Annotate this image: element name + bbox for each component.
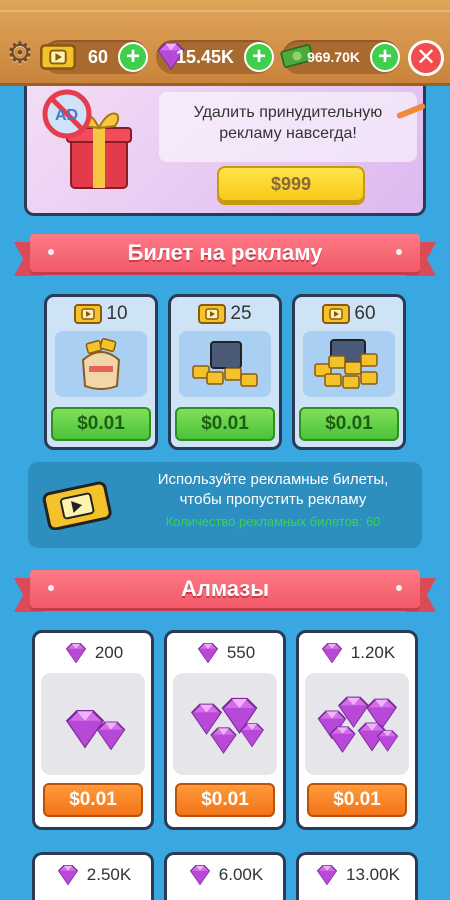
gem-icon xyxy=(197,643,218,663)
gem-pack-buy-button[interactable]: $0.01 xyxy=(43,783,143,817)
svg-text:AD: AD xyxy=(55,107,78,124)
ticket-icon xyxy=(42,481,112,530)
ad-ticket-count: Количество рекламных билетов: 60 xyxy=(165,514,381,529)
add-tickets-button[interactable]: + xyxy=(118,42,148,72)
gem-pack-amount: 2.50K xyxy=(86,865,132,884)
gem-icon xyxy=(321,643,342,663)
gem-pack-card[interactable]: 550 $0.01 xyxy=(164,630,286,830)
add-cash-button[interactable]: + xyxy=(370,42,400,72)
tickets-section-title: Билет на рекламу xyxy=(30,234,420,272)
ticket-icon xyxy=(198,304,227,324)
gem-pack-buy-button[interactable]: $0.01 xyxy=(307,783,407,817)
info-text-2: чтобы пропустить рекламу xyxy=(179,491,367,508)
close-button[interactable]: ✕ xyxy=(408,40,444,76)
remove-ads-text-1: Удалить принудительную xyxy=(193,104,383,121)
gem-icon xyxy=(65,643,86,663)
ticket-pack-amount: 60 xyxy=(354,303,376,324)
remove-ads-card: AD Удалить принудительную рекламу навсег… xyxy=(24,86,426,216)
ticket-pack-amount: 10 xyxy=(106,303,128,324)
tickets-section-header: Билет на рекламу xyxy=(14,234,436,278)
gem-pile-image xyxy=(305,673,409,775)
gems-section-header: Алмазы xyxy=(14,570,436,614)
ticket-icon xyxy=(40,44,76,70)
gem-pack-amount: 1.20K xyxy=(350,643,396,662)
gem-pack-amount: 6.00K xyxy=(218,865,264,884)
gem-pack-card[interactable]: 2.50K xyxy=(32,852,154,900)
ticket-pack-buy-button[interactable]: $0.01 xyxy=(51,407,151,441)
gems-value: 15.45K xyxy=(175,46,234,67)
top-bar: ⚙ 60 + 15.45K + 969.70K + ✕ xyxy=(0,0,450,86)
gem-pack-buy-button[interactable]: $0.01 xyxy=(175,783,275,817)
ad-tickets-info: Используйте рекламные билеты, чтобы проп… xyxy=(28,462,422,548)
ticket-icon xyxy=(74,304,103,324)
gem-pack-card[interactable]: 6.00K xyxy=(164,852,286,900)
remove-ads-message: Удалить принудительную рекламу навсегда! xyxy=(159,92,417,162)
add-gems-button[interactable]: + xyxy=(244,42,274,72)
gems-section-title: Алмазы xyxy=(30,570,420,608)
gem-pack-card[interactable]: 200 $0.01 xyxy=(32,630,154,830)
gems-counter: 15.45K + xyxy=(156,40,274,74)
ticket-icon xyxy=(322,304,351,324)
tickets-counter: 60 + xyxy=(40,40,148,74)
gem-icon xyxy=(317,865,337,885)
remove-ads-buy-button[interactable]: $999 xyxy=(217,166,365,202)
gift-icon: AD xyxy=(42,89,132,189)
ticket-box-image xyxy=(179,331,271,397)
gem-pile-image xyxy=(173,673,277,775)
ticket-pack-card[interactable]: 10 $0.01 xyxy=(44,294,158,450)
ticket-pack-card[interactable]: 60 $0.01 xyxy=(292,294,406,450)
ticket-pack-buy-button[interactable]: $0.01 xyxy=(175,407,275,441)
gem-icon xyxy=(57,865,78,885)
gem-pack-amount: 550 xyxy=(226,643,256,662)
info-text-1: Используйте рекламные билеты, xyxy=(157,471,389,488)
tickets-value: 60 xyxy=(87,46,108,67)
cash-counter: 969.70K + xyxy=(280,40,400,74)
ticket-pack-buy-button[interactable]: $0.01 xyxy=(299,407,399,441)
gem-pack-amount: 13.00K xyxy=(346,865,400,884)
gem-pack-card[interactable]: 1.20K $0.01 xyxy=(296,630,418,830)
gem-pile-image xyxy=(41,673,145,775)
gem-icon xyxy=(189,865,210,885)
cash-value: 969.70K xyxy=(307,49,360,65)
ticket-pack-amount: 25 xyxy=(230,303,252,324)
gem-pack-card[interactable]: 13.00K xyxy=(296,852,418,900)
ticket-bag-image xyxy=(55,331,147,397)
ticket-pack-card[interactable]: 25 $0.01 xyxy=(168,294,282,450)
no-ads-icon: AD xyxy=(42,89,92,139)
gear-icon[interactable]: ⚙ xyxy=(4,38,36,70)
remove-ads-text-2: рекламу навсегда! xyxy=(219,125,357,142)
ticket-pile-image xyxy=(303,331,395,397)
gem-pack-amount: 200 xyxy=(94,643,124,662)
